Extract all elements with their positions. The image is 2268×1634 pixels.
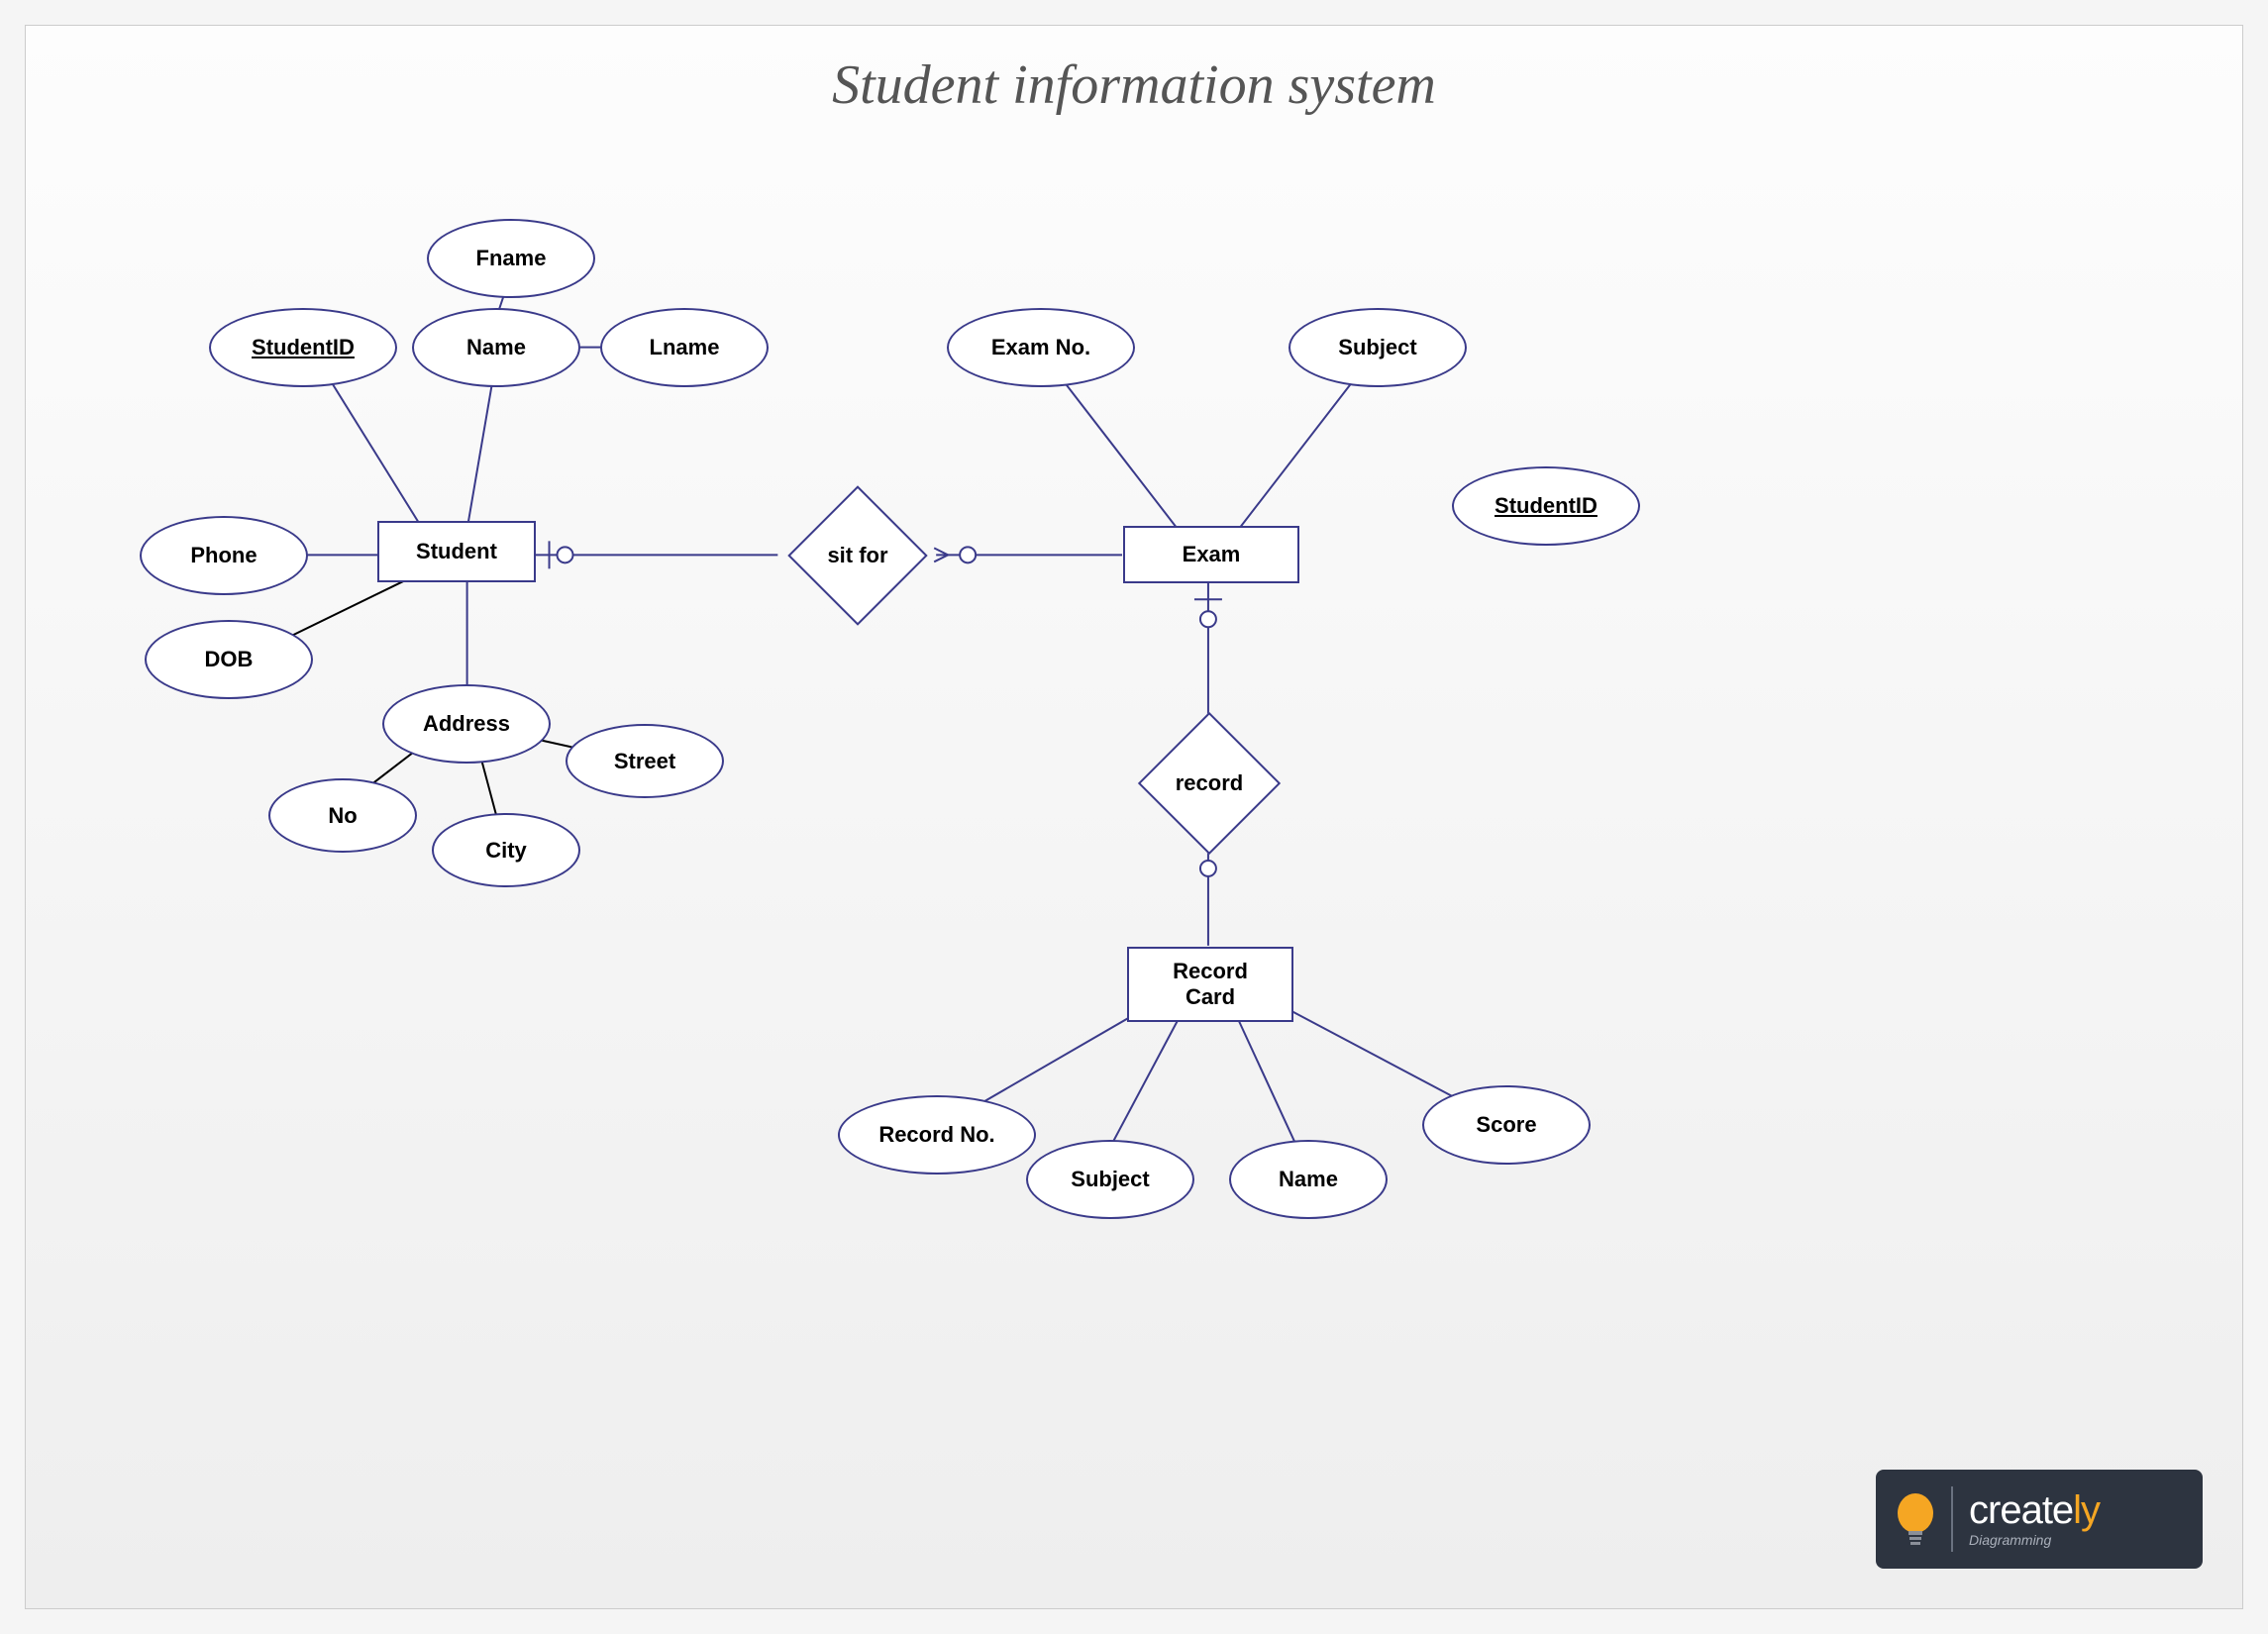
attr-subject-exam: Subject (1289, 308, 1467, 387)
diagram-title: Student information system (26, 53, 2242, 117)
attr-street: Street (566, 724, 724, 798)
attr-phone: Phone (140, 516, 308, 595)
attr-examno: Exam No. (947, 308, 1135, 387)
attr-studentid: StudentID (209, 308, 397, 387)
entity-exam: Exam (1123, 526, 1299, 583)
relationship-record: record (1130, 729, 1289, 838)
attr-studentid2: StudentID (1452, 466, 1640, 546)
line-name-student (466, 362, 496, 536)
attr-no: No (268, 778, 417, 853)
diagram-canvas: Student information system (25, 25, 2243, 1609)
attr-address: Address (382, 684, 551, 764)
attr-city: City (432, 813, 580, 887)
attr-name: Name (412, 308, 580, 387)
attr-name-rc: Name (1229, 1140, 1388, 1219)
attr-recordno: Record No. (838, 1095, 1036, 1174)
attr-subject-rc: Subject (1026, 1140, 1194, 1219)
line-rc-name (1238, 1019, 1302, 1159)
creately-logo: creately Diagramming (1876, 1470, 2203, 1569)
entity-student: Student (377, 521, 536, 582)
entity-recordcard: Record Card (1127, 947, 1293, 1022)
relationship-sitfor: sit for (778, 506, 937, 605)
logo-text: creately Diagramming (1969, 1490, 2100, 1548)
logo-divider (1951, 1486, 1953, 1552)
attr-dob: DOB (145, 620, 313, 699)
bulb-icon (1894, 1489, 1937, 1549)
line-rc-subject (1104, 1019, 1179, 1159)
attr-score: Score (1422, 1085, 1591, 1165)
attr-fname: Fname (427, 219, 595, 298)
attr-lname: Lname (600, 308, 769, 387)
